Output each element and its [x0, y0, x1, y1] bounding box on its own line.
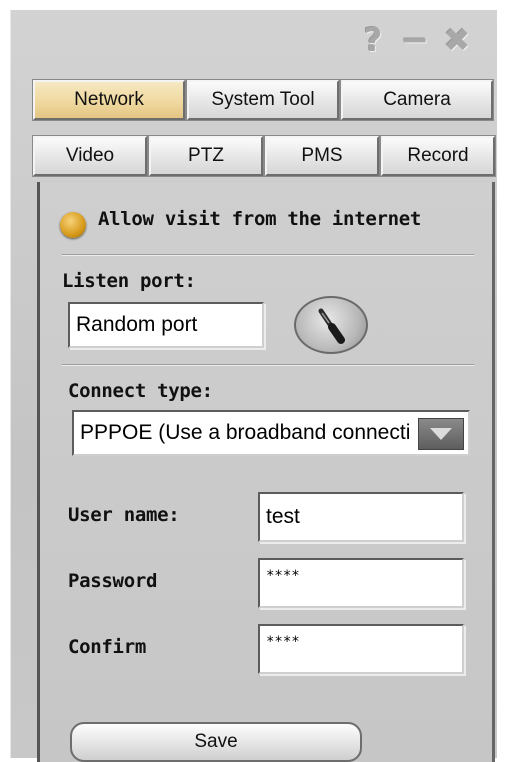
tab-pms[interactable]: PMS [264, 135, 380, 177]
username-label: User name: [68, 504, 180, 526]
password-input[interactable]: **** [258, 558, 464, 608]
title-bar: ? − ✖ [11, 10, 497, 70]
tab-row-sub: Video PTZ PMS Record [32, 135, 498, 177]
tab-camera[interactable]: Camera [340, 79, 494, 121]
tab-network[interactable]: Network [32, 79, 186, 121]
allow-visit-radio[interactable] [60, 212, 86, 238]
settings-window: ? − ✖ Network System Tool Camera Video P… [10, 10, 498, 762]
divider [62, 364, 474, 366]
network-panel: Allow visit from the internet Listen por… [37, 182, 495, 762]
connect-type-value: PPPOE (Use a broadband connection) [80, 421, 410, 444]
tab-ptz[interactable]: PTZ [148, 135, 264, 177]
tab-video[interactable]: Video [32, 135, 148, 177]
username-input[interactable] [258, 492, 464, 542]
confirm-label: Confirm [68, 636, 146, 658]
tab-row-main: Network System Tool Camera [32, 79, 498, 121]
help-icon[interactable]: ? [357, 21, 389, 59]
listen-port-label: Listen port: [62, 270, 196, 292]
port-tool-button[interactable] [294, 296, 368, 354]
password-label: Password [68, 570, 158, 592]
chevron-down-icon[interactable] [418, 418, 464, 450]
divider [62, 254, 474, 256]
allow-visit-label: Allow visit from the internet [98, 208, 422, 230]
save-button[interactable]: Save [70, 722, 362, 762]
screwdriver-icon [318, 308, 345, 344]
confirm-password-input[interactable]: **** [258, 624, 464, 674]
listen-port-input[interactable] [68, 302, 264, 348]
connect-type-label: Connect type: [68, 380, 213, 402]
connect-type-select[interactable]: PPPOE (Use a broadband connection) [72, 410, 470, 456]
tab-system-tool[interactable]: System Tool [186, 79, 340, 121]
minimize-icon[interactable]: − [399, 20, 431, 60]
close-icon[interactable]: ✖ [441, 21, 473, 59]
tab-record[interactable]: Record [380, 135, 496, 177]
